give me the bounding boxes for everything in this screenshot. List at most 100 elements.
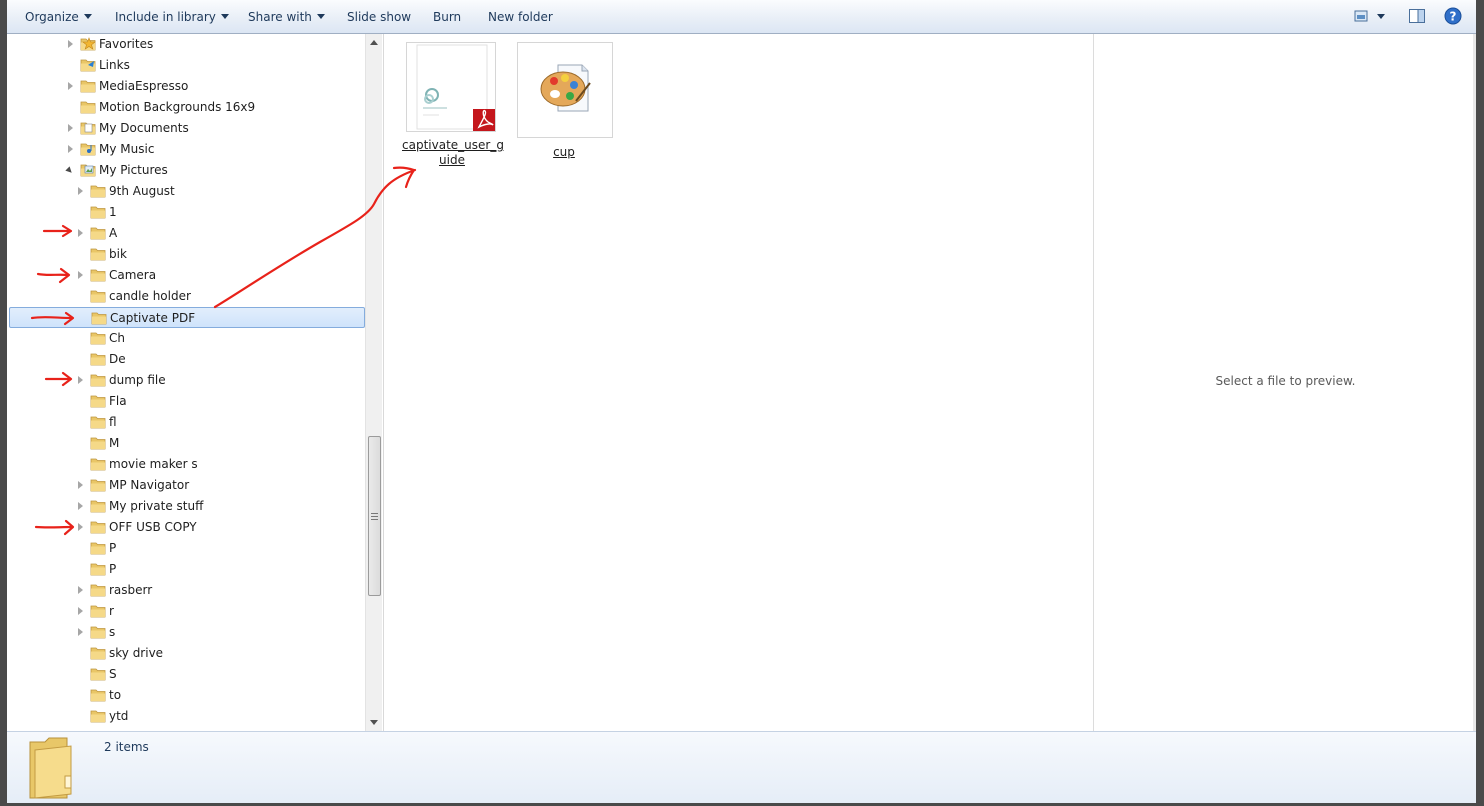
- nav-item-my-documents[interactable]: My Documents: [9, 118, 363, 139]
- expand-arrow-icon[interactable]: [78, 628, 83, 636]
- folder-icon: [90, 709, 106, 723]
- nav-item-candle-holder[interactable]: candle holder: [9, 286, 363, 307]
- nav-item-label: My Documents: [99, 121, 189, 135]
- file-list[interactable]: captivate_user_g uide cup: [383, 34, 1094, 731]
- folder-icon: [90, 394, 106, 408]
- include-in-library-button[interactable]: Include in library: [115, 8, 229, 26]
- nav-item-my-pictures[interactable]: My Pictures: [9, 160, 363, 181]
- nav-item-label: De: [109, 352, 126, 366]
- nav-item-mp-navigator[interactable]: MP Navigator: [9, 475, 363, 496]
- explorer-window: Organize Include in library Share with S…: [7, 0, 1476, 803]
- nav-item-r[interactable]: r: [9, 601, 363, 622]
- svg-text:?: ?: [1450, 10, 1457, 24]
- help-button[interactable]: ?: [1444, 7, 1462, 25]
- collapse-arrow-icon[interactable]: [65, 166, 77, 178]
- nav-item-motion-backgrounds-16x9[interactable]: Motion Backgrounds 16x9: [9, 97, 363, 118]
- folder-icon: [90, 268, 106, 282]
- folder-icon: [90, 478, 106, 492]
- folder-icon: [90, 583, 106, 597]
- folder-icon: [90, 688, 106, 702]
- expand-arrow-icon[interactable]: [78, 271, 83, 279]
- nav-item-mediaespresso[interactable]: MediaEspresso: [9, 76, 363, 97]
- folder-icon: [90, 331, 106, 345]
- nav-item-label: Camera: [109, 268, 157, 282]
- pdf-document-icon: [406, 42, 496, 132]
- expand-arrow-icon[interactable]: [68, 124, 73, 132]
- nav-item-s[interactable]: s: [9, 622, 363, 643]
- nav-item-dump-file[interactable]: dump file: [9, 370, 363, 391]
- nav-item-p[interactable]: P: [9, 559, 363, 580]
- nav-item-label: movie maker s: [109, 457, 198, 471]
- navigation-pane[interactable]: Favorites Links MediaEspresso Motion Backgr…: [7, 34, 365, 731]
- expand-arrow-icon[interactable]: [78, 481, 83, 489]
- nav-item-label: MediaEspresso: [99, 79, 189, 93]
- scroll-up-arrow-icon[interactable]: [370, 40, 378, 45]
- scrollbar-thumb[interactable]: [368, 436, 381, 596]
- links-folder-icon: [80, 58, 96, 72]
- nav-item-fl[interactable]: fl: [9, 412, 363, 433]
- file-name[interactable]: cup: [517, 145, 611, 160]
- slide-show-button[interactable]: Slide show: [347, 8, 411, 26]
- nav-item-p[interactable]: P: [9, 538, 363, 559]
- nav-item-bik[interactable]: bik: [9, 244, 363, 265]
- share-with-button[interactable]: Share with: [248, 8, 325, 26]
- expand-arrow-icon[interactable]: [78, 607, 83, 615]
- nav-item-movie-maker-s[interactable]: movie maker s: [9, 454, 363, 475]
- folder-icon: [90, 247, 106, 261]
- folder-icon: [90, 541, 106, 555]
- expand-arrow-icon[interactable]: [78, 502, 83, 510]
- nav-item-rasberr[interactable]: rasberr: [9, 580, 363, 601]
- nav-item-my-private-stuff[interactable]: My private stuff: [9, 496, 363, 517]
- nav-item-off-usb-copy[interactable]: OFF USB COPY: [9, 517, 363, 538]
- nav-item-fla[interactable]: Fla: [9, 391, 363, 412]
- folder-icon: [90, 499, 106, 513]
- pictures-folder-icon: [80, 163, 96, 177]
- nav-item-my-music[interactable]: My Music: [9, 139, 363, 160]
- nav-item-camera[interactable]: Camera: [9, 265, 363, 286]
- nav-item-a[interactable]: A: [9, 223, 363, 244]
- expand-arrow-icon[interactable]: [78, 523, 83, 531]
- folder-icon: [29, 737, 72, 799]
- navigation-scrollbar[interactable]: [365, 34, 382, 731]
- nav-item-de[interactable]: De: [9, 349, 363, 370]
- file-item-cup[interactable]: cup: [517, 42, 613, 172]
- expand-arrow-icon[interactable]: [78, 187, 83, 195]
- preview-pane-button[interactable]: [1408, 7, 1426, 25]
- nav-item-to[interactable]: to: [9, 685, 363, 706]
- nav-item-links[interactable]: Links: [9, 55, 363, 76]
- nav-item-favorites[interactable]: Favorites: [9, 34, 363, 55]
- expand-arrow-icon[interactable]: [78, 376, 83, 384]
- expand-arrow-icon[interactable]: [78, 229, 83, 237]
- folder-icon: [90, 436, 106, 450]
- organize-label: Organize: [25, 10, 79, 24]
- scroll-down-arrow-icon[interactable]: [370, 720, 378, 725]
- nav-item-label: sky drive: [109, 646, 164, 660]
- expand-arrow-icon[interactable]: [68, 82, 73, 90]
- folder-icon: [90, 625, 106, 639]
- nav-item-ch[interactable]: Ch: [9, 328, 363, 349]
- change-view-button[interactable]: [1353, 7, 1387, 25]
- nav-item-9th-august[interactable]: 9th August: [9, 181, 363, 202]
- nav-item-captivate-pdf[interactable]: Captivate PDF: [9, 307, 365, 328]
- folder-icon: [90, 604, 106, 618]
- organize-button[interactable]: Organize: [25, 8, 92, 26]
- nav-item-m[interactable]: M: [9, 433, 363, 454]
- new-folder-button[interactable]: New folder: [488, 8, 553, 26]
- nav-item-label: S: [109, 667, 117, 681]
- expand-arrow-icon[interactable]: [68, 145, 73, 153]
- file-name[interactable]: captivate_user_g uide: [402, 138, 504, 168]
- nav-item-label: P: [109, 541, 117, 555]
- file-name-line-2: uide: [439, 153, 465, 167]
- nav-item-ytd[interactable]: ytd: [9, 706, 363, 727]
- preview-pane-icon: [1409, 9, 1425, 23]
- burn-button[interactable]: Burn: [433, 8, 461, 26]
- nav-item-label: Motion Backgrounds 16x9: [99, 100, 256, 114]
- nav-item-label: bik: [109, 247, 127, 261]
- nav-item-s[interactable]: S: [9, 664, 363, 685]
- expand-arrow-icon[interactable]: [68, 40, 73, 48]
- nav-item-label: My Music: [99, 142, 155, 156]
- nav-item-1[interactable]: 1: [9, 202, 363, 223]
- expand-arrow-icon[interactable]: [78, 586, 83, 594]
- nav-item-sky-drive[interactable]: sky drive: [9, 643, 363, 664]
- file-item-captivate-user-guide[interactable]: captivate_user_g uide: [402, 42, 504, 172]
